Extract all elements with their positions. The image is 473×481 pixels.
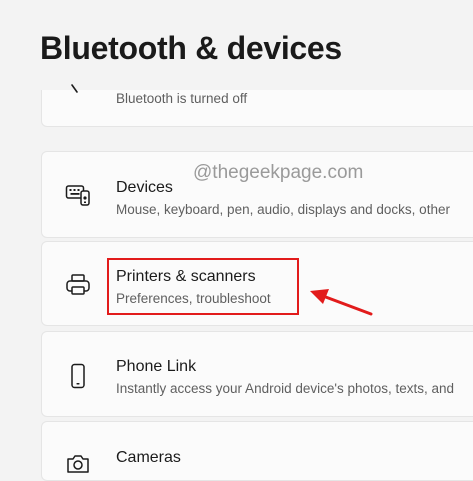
bluetooth-description: Bluetooth is turned off (116, 91, 248, 106)
phone-link-description: Instantly access your Android device's p… (116, 381, 455, 396)
bluetooth-icon (71, 84, 78, 93)
phone-link-card[interactable]: Phone Link Instantly access your Android… (41, 331, 473, 417)
watermark: @thegeekpage.com (193, 162, 364, 183)
devices-icon (64, 181, 92, 209)
annotation-arrow-icon (310, 289, 373, 316)
bluetooth-card[interactable]: Bluetooth is turned off (41, 84, 473, 127)
camera-icon (64, 450, 92, 478)
phone-link-title: Phone Link (116, 358, 197, 375)
page-title: Bluetooth & devices (40, 30, 342, 66)
printer-icon (64, 271, 92, 299)
phone-icon (64, 362, 92, 390)
cameras-card[interactable]: Cameras (41, 421, 473, 481)
devices-description: Mouse, keyboard, pen, audio, displays an… (116, 202, 450, 217)
cameras-title: Cameras (116, 449, 181, 466)
annotation-highlight-box (107, 258, 299, 315)
devices-title: Devices (116, 179, 173, 196)
